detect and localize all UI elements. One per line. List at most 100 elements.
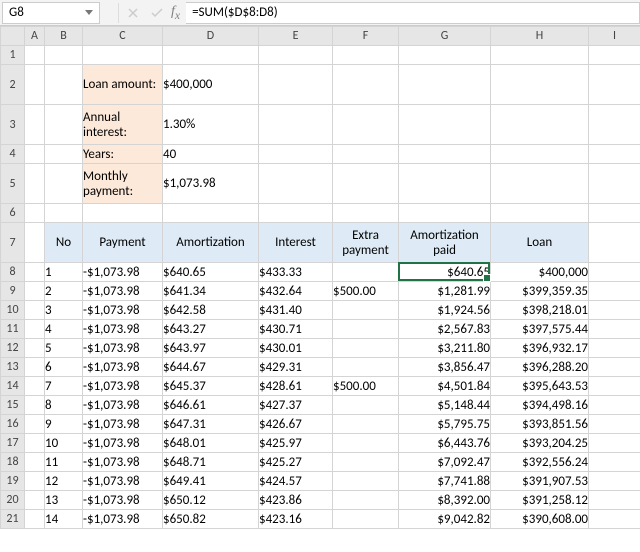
- cell[interactable]: [589, 396, 640, 415]
- cell[interactable]: [45, 46, 83, 65]
- cell[interactable]: [399, 145, 491, 164]
- cell-amort[interactable]: $641.34: [163, 282, 259, 301]
- cell[interactable]: [333, 145, 399, 164]
- cell-no[interactable]: 5: [45, 339, 83, 358]
- cell[interactable]: [25, 263, 45, 282]
- cell[interactable]: [399, 65, 491, 105]
- cell[interactable]: [399, 164, 491, 204]
- cell[interactable]: [589, 510, 640, 529]
- cell[interactable]: [589, 263, 640, 282]
- cell[interactable]: [589, 472, 640, 491]
- row-header-11[interactable]: 11: [1, 320, 25, 339]
- cell[interactable]: [491, 145, 589, 164]
- cell-no[interactable]: 10: [45, 434, 83, 453]
- cell-extra[interactable]: [333, 491, 399, 510]
- cell-payment[interactable]: -$1,073.98: [83, 453, 163, 472]
- row-header-17[interactable]: 17: [1, 434, 25, 453]
- cell-extra[interactable]: [333, 320, 399, 339]
- cell-interest[interactable]: $433.33: [259, 263, 333, 282]
- cell-loan[interactable]: $398,218.01: [491, 301, 589, 320]
- cell[interactable]: [333, 105, 399, 145]
- row-header-20[interactable]: 20: [1, 491, 25, 510]
- cell-interest[interactable]: $423.16: [259, 510, 333, 529]
- cell[interactable]: [491, 105, 589, 145]
- cell[interactable]: [83, 46, 163, 65]
- row-header-3[interactable]: 3: [1, 105, 25, 145]
- cell[interactable]: [163, 204, 259, 223]
- cell-no[interactable]: 7: [45, 377, 83, 396]
- cell-payment[interactable]: -$1,073.98: [83, 339, 163, 358]
- cell[interactable]: [25, 105, 45, 145]
- cell-amort[interactable]: $650.12: [163, 491, 259, 510]
- cell[interactable]: [25, 415, 45, 434]
- cell-payment[interactable]: -$1,073.98: [83, 415, 163, 434]
- cell-payment[interactable]: -$1,073.98: [83, 263, 163, 282]
- formula-input[interactable]: =SUM($D$8:D8): [186, 2, 640, 24]
- cell[interactable]: [589, 453, 640, 472]
- cell[interactable]: [25, 472, 45, 491]
- cell-interest[interactable]: $426.67: [259, 415, 333, 434]
- cell[interactable]: [259, 164, 333, 204]
- cell-payment[interactable]: -$1,073.98: [83, 377, 163, 396]
- cell-amort[interactable]: $644.67: [163, 358, 259, 377]
- row-header-8[interactable]: 8: [1, 263, 25, 282]
- cell[interactable]: [25, 339, 45, 358]
- spreadsheet-grid[interactable]: ABCDEFGHI 12Loan amount:$400,0003Annual …: [0, 26, 640, 529]
- cell-amort[interactable]: $648.01: [163, 434, 259, 453]
- col-header-D[interactable]: D: [163, 27, 259, 46]
- row-header-6[interactable]: 6: [1, 204, 25, 223]
- cell-loan[interactable]: $393,204.25: [491, 434, 589, 453]
- cell[interactable]: [25, 320, 45, 339]
- cell[interactable]: [259, 105, 333, 145]
- cell-no[interactable]: 2: [45, 282, 83, 301]
- col-header-F[interactable]: F: [333, 27, 399, 46]
- cell-amort[interactable]: $649.41: [163, 472, 259, 491]
- cell-amort[interactable]: $642.58: [163, 301, 259, 320]
- cell[interactable]: [259, 145, 333, 164]
- cell-extra[interactable]: [333, 453, 399, 472]
- row-header-13[interactable]: 13: [1, 358, 25, 377]
- cell-paid[interactable]: $3,211.80: [399, 339, 491, 358]
- cell[interactable]: [589, 415, 640, 434]
- cell[interactable]: [25, 223, 45, 263]
- cell-interest[interactable]: $425.97: [259, 434, 333, 453]
- cell-payment[interactable]: -$1,073.98: [83, 282, 163, 301]
- cell-amort[interactable]: $648.71: [163, 453, 259, 472]
- cell[interactable]: [45, 204, 83, 223]
- chevron-down-icon[interactable]: [85, 10, 93, 15]
- cell-loan[interactable]: $397,575.44: [491, 320, 589, 339]
- cell-amort[interactable]: $650.82: [163, 510, 259, 529]
- cell[interactable]: [491, 65, 589, 105]
- cell[interactable]: [589, 164, 640, 204]
- cell[interactable]: [25, 377, 45, 396]
- cell-paid[interactable]: $4,501.84: [399, 377, 491, 396]
- cell-no[interactable]: 8: [45, 396, 83, 415]
- cell[interactable]: [45, 105, 83, 145]
- cell-paid[interactable]: $6,443.76: [399, 434, 491, 453]
- cell-no[interactable]: 3: [45, 301, 83, 320]
- cell[interactable]: [589, 358, 640, 377]
- cell-loan[interactable]: $391,258.12: [491, 491, 589, 510]
- cell-interest[interactable]: $429.31: [259, 358, 333, 377]
- cell[interactable]: [491, 46, 589, 65]
- cell-interest[interactable]: $432.64: [259, 282, 333, 301]
- cell-amort[interactable]: $640.65: [163, 263, 259, 282]
- cell[interactable]: [259, 204, 333, 223]
- col-header-E[interactable]: E: [259, 27, 333, 46]
- cell[interactable]: [333, 204, 399, 223]
- cell-no[interactable]: 13: [45, 491, 83, 510]
- cell-extra[interactable]: [333, 415, 399, 434]
- cell-payment[interactable]: -$1,073.98: [83, 358, 163, 377]
- cell-paid[interactable]: $2,567.83: [399, 320, 491, 339]
- cell[interactable]: [589, 282, 640, 301]
- cell[interactable]: [163, 46, 259, 65]
- cell-paid[interactable]: $3,856.47: [399, 358, 491, 377]
- cell-paid[interactable]: $7,092.47: [399, 453, 491, 472]
- cell-loan[interactable]: $390,608.00: [491, 510, 589, 529]
- cell[interactable]: [25, 453, 45, 472]
- col-header-B[interactable]: B: [45, 27, 83, 46]
- cell-loan[interactable]: $400,000: [491, 263, 589, 282]
- cell[interactable]: [491, 164, 589, 204]
- cell-interest[interactable]: $424.57: [259, 472, 333, 491]
- row-header-5[interactable]: 5: [1, 164, 25, 204]
